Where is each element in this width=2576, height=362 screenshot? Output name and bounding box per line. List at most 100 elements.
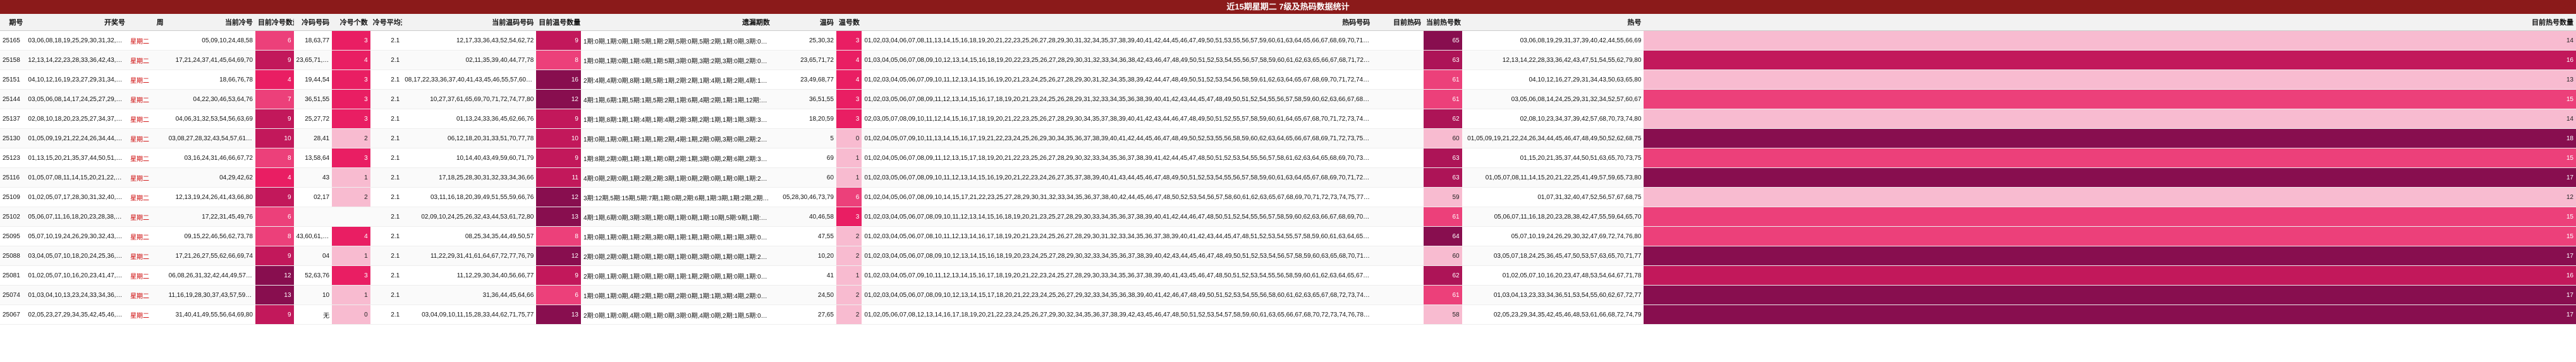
- cell-warmNum: 3: [836, 207, 862, 227]
- table-row[interactable]: 25116 01,05,07,08,11,14,15,20,21,22,25,41…: [0, 167, 2576, 188]
- cell-warmCount: 10: [536, 128, 581, 148]
- cell-coldPcs: 1: [332, 246, 370, 266]
- table-row[interactable]: 2510205,06,07,11,16,18,20,23,28,38,40,42…: [0, 207, 2576, 227]
- cell-warmNum: 4: [836, 69, 862, 90]
- column-header[interactable]: 目前冷号数量: [255, 14, 294, 31]
- cell-warmCount: 16: [536, 69, 581, 90]
- cell-hotNow: [1372, 128, 1424, 148]
- cell-miss: 1期:0期,1期:0期,1期:2期,3期:0期,1期:1期,1期:0期,1期:1…: [580, 226, 772, 246]
- cell-hot: 01,02,03,05,06,07,08,09,11,12,13,14,15,1…: [862, 89, 1373, 109]
- column-header[interactable]: 温码: [772, 14, 836, 31]
- cell-coldPcs: 1: [332, 285, 370, 305]
- table-row[interactable]: 2510901,02,05,07,17,28,30,31,32,40,46,47…: [0, 187, 2576, 207]
- cell-hot: 01,02,03,04,05,06,07,09,10,11,12,13,14,1…: [862, 69, 1373, 90]
- cell-coldNums: 36,51,55: [293, 89, 333, 109]
- column-header[interactable]: 目前热号数量: [1644, 14, 2576, 31]
- cell-issue: 25095: [0, 226, 26, 246]
- column-header[interactable]: 热码号码: [862, 14, 1373, 31]
- cell-coldAvg: 2.1: [370, 148, 403, 168]
- cell-hotCount: 62: [1424, 265, 1462, 286]
- cell-week: 星期二: [127, 128, 166, 148]
- cell-coldAvg: 2.1: [370, 50, 403, 70]
- cell-hotNums: 01,05,07,08,11,14,15,20,21,22,25,41,49,5…: [1462, 167, 1644, 188]
- cell-miss: 2期:0期,1期:0期,4期:0期,1期:0期,3期:0期,4期:0期,2期:1…: [580, 305, 772, 325]
- column-header[interactable]: 当前热号数: [1424, 14, 1462, 31]
- column-header[interactable]: 冷号平均开出数: [370, 14, 403, 31]
- cell-week: 星期二: [127, 246, 166, 266]
- column-header[interactable]: 温号数: [836, 14, 862, 31]
- cell-draw: 02,05,23,27,29,34,35,42,45,46,48,53,61,6…: [25, 305, 128, 325]
- cell-hotNow: [1372, 50, 1424, 70]
- table-row[interactable]: 2513001,05,09,19,21,22,24,26,34,44,45,46…: [0, 128, 2576, 148]
- cell-warm: 06,12,18,20,31,33,51,70,77,78: [402, 128, 537, 148]
- cell-warmCount: 12: [536, 187, 581, 207]
- cell-miss: 1期:0期,1期:0期,1期:5期,1期:2期,5期:0期,5期:2期,1期:0…: [580, 30, 772, 51]
- cell-hot: 01,02,03,04,05,07,09,10,11,12,13,14,15,1…: [862, 265, 1373, 286]
- column-header[interactable]: 冷号个数: [332, 14, 370, 31]
- cell-warmCount: 9: [536, 148, 581, 168]
- cell-warmNum: 2: [836, 226, 862, 246]
- cell-warm: 03,04,09,10,11,15,28,33,44,62,71,75,77: [402, 305, 537, 325]
- table-row[interactable]: 2512301,13,15,20,21,35,37,44,50,51,58,63…: [0, 148, 2576, 168]
- cell-hotFinal: 17: [1644, 246, 2576, 266]
- cell-warmMiss: 40,46,58: [772, 207, 836, 227]
- cell-hot: 01,02,03,04,05,06,07,08,09,10,12,13,14,1…: [862, 246, 1373, 266]
- cell-hotNums: 03,05,06,08,14,24,25,29,31,32,34,52,57,6…: [1462, 89, 1644, 109]
- cell-coldNums: [293, 207, 333, 227]
- cell-hotCount: 62: [1424, 109, 1462, 129]
- cell-coldAvg: 2.1: [370, 265, 403, 286]
- cell-coldAvg: 2.1: [370, 128, 403, 148]
- cell-coldCount: 12: [255, 265, 294, 286]
- table-row[interactable]: 2506702,05,23,27,29,34,35,42,45,46,48,53…: [0, 305, 2576, 325]
- cell-issue: 25116: [0, 167, 26, 188]
- column-header[interactable]: 周: [127, 14, 166, 31]
- cell-hotCount: 61: [1424, 285, 1462, 305]
- cell-coldCount: 6: [255, 30, 294, 51]
- column-header[interactable]: 冷码号码: [293, 14, 333, 31]
- cell-warmMiss: 36,51,55: [772, 89, 836, 109]
- cell-issue: 25081: [0, 265, 26, 286]
- column-header[interactable]: 遗漏期数: [580, 14, 772, 31]
- cell-hotNow: [1372, 187, 1424, 207]
- column-header[interactable]: 目前温号数量: [536, 14, 581, 31]
- cell-hotCount: 61: [1424, 89, 1462, 109]
- table-row[interactable]: 2513702,08,10,18,20,23,25,27,34,37,39,42…: [0, 109, 2576, 129]
- table-row[interactable]: 2514403,05,06,08,14,17,24,25,27,29,31,32…: [0, 89, 2576, 109]
- cell-draw: 03,05,06,08,14,17,24,25,27,29,31,32,34,3…: [25, 89, 128, 109]
- table-row[interactable]: 2508101,02,05,07,10,16,20,23,41,47,48,52…: [0, 265, 2576, 286]
- cell-hotCount: 58: [1424, 305, 1462, 325]
- table-row[interactable]: 2515812,13,14,22,23,28,33,36,42,43,47,51…: [0, 50, 2576, 70]
- cell-cold: 17,21,24,37,41,45,64,69,70: [166, 50, 255, 70]
- column-header[interactable]: 热号: [1462, 14, 1644, 31]
- cell-hotFinal: 15: [1644, 89, 2576, 109]
- cell-cold: 03,16,24,31,46,66,67,72: [166, 148, 255, 168]
- cell-coldNums: 02,17: [293, 187, 333, 207]
- cell-hotCount: 61: [1424, 69, 1462, 90]
- cell-miss: 2期:0期,1期:0期,1期:0期,1期:0期,1期:1期,2期:0期,1期:0…: [580, 265, 772, 286]
- cell-coldPcs: 2: [332, 187, 370, 207]
- cell-coldNums: 52,63,76: [293, 265, 333, 286]
- table-row[interactable]: 2507401,03,04,10,13,23,24,33,34,36,50,51…: [0, 285, 2576, 305]
- cell-warmNum: 1: [836, 265, 862, 286]
- table-row[interactable]: 2516503,06,08,18,19,25,29,30,31,32,37,39…: [0, 30, 2576, 51]
- cell-warmMiss: 23,49,68,77: [772, 69, 836, 90]
- cell-week: 星期二: [127, 226, 166, 246]
- column-header[interactable]: 期号: [0, 14, 26, 31]
- cell-draw: 03,06,08,18,19,25,29,30,31,32,37,39,40,4…: [25, 30, 128, 51]
- table-row[interactable]: 2508803,04,05,07,10,18,20,24,25,36,45,47…: [0, 246, 2576, 266]
- column-header[interactable]: 目前热码: [1372, 14, 1424, 31]
- column-header[interactable]: 当前冷号: [166, 14, 255, 31]
- cell-hotFinal: 12: [1644, 187, 2576, 207]
- column-header[interactable]: 开奖号: [25, 14, 128, 31]
- cell-coldCount: 9: [255, 187, 294, 207]
- table-row[interactable]: 2509505,07,10,19,24,26,29,30,32,43,47,60…: [0, 226, 2576, 246]
- cell-issue: 25137: [0, 109, 26, 129]
- column-header[interactable]: 当前温码号码: [402, 14, 537, 31]
- cell-hotFinal: 17: [1644, 305, 2576, 325]
- cell-hotNow: [1372, 226, 1424, 246]
- cell-issue: 25074: [0, 285, 26, 305]
- cell-hotNow: [1372, 89, 1424, 109]
- cell-miss: 1期:0期,1期:0期,1期:6期,1期:5期,3期:0期,3期:2期,3期:0…: [580, 50, 772, 70]
- cell-hot: 01,02,05,06,07,08,12,13,14,16,17,18,19,2…: [862, 305, 1373, 325]
- table-row[interactable]: 2515104,10,12,16,19,23,27,29,31,34,43,44…: [0, 69, 2576, 90]
